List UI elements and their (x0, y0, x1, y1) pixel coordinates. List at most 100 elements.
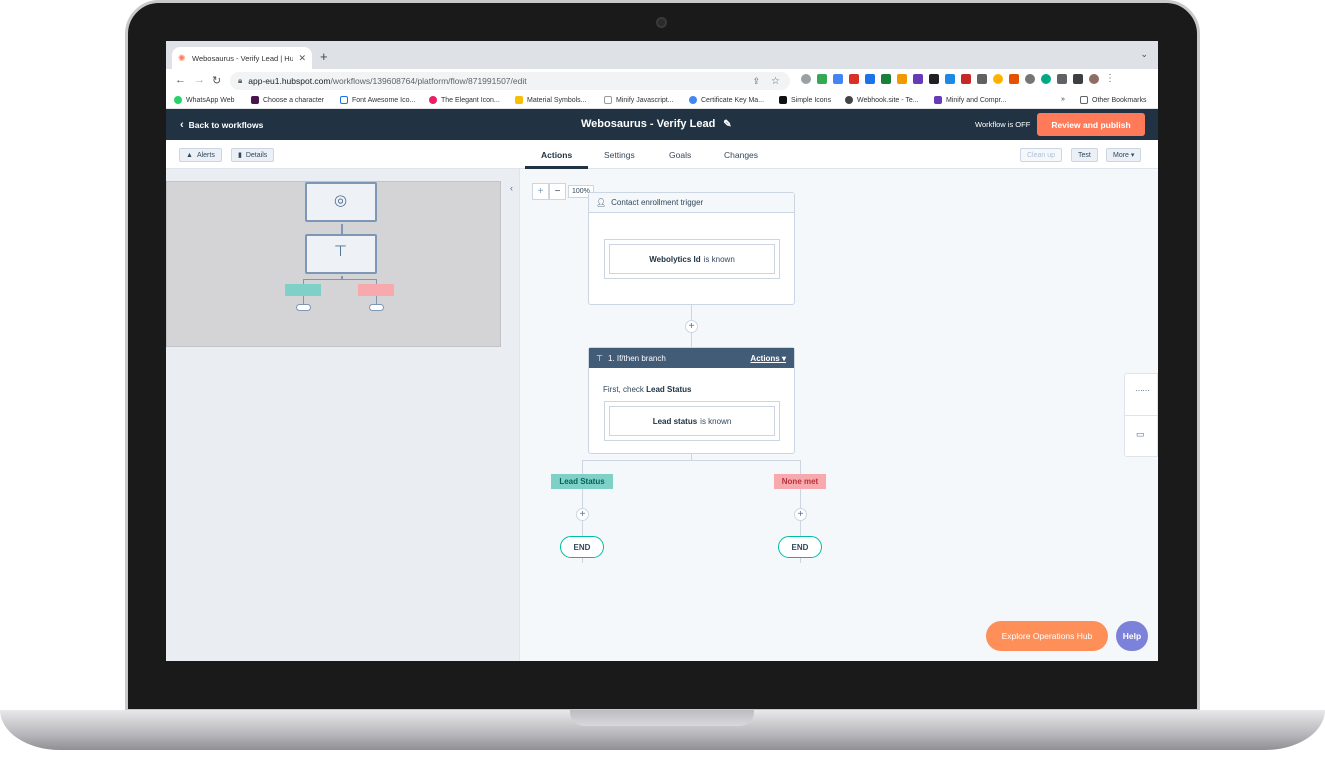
add-action-button[interactable]: + (576, 508, 589, 521)
extension-icon[interactable] (977, 74, 987, 84)
bookmark-item[interactable]: The Elegant Icon... (429, 96, 500, 104)
zoom-in-button[interactable]: + (532, 183, 549, 200)
comment-icon[interactable]: ▭ (1136, 429, 1145, 440)
warning-icon: ▲ (186, 151, 193, 159)
extension-icon[interactable] (833, 74, 843, 84)
forward-arrow-icon[interactable]: → (194, 74, 205, 86)
clean-up-button[interactable]: Clean up (1020, 148, 1063, 162)
branch-icon: ⊤ (334, 243, 348, 260)
browser-tab[interactable]: ✺ Webosaurus - Verify Lead | Hu... ✕ (172, 47, 312, 69)
tab-actions[interactable]: Actions (541, 150, 572, 160)
url-host: app-eu1.hubspot.com (248, 76, 331, 86)
url-path: /workflows/139608764/platform/flow/87199… (330, 76, 527, 86)
enrollment-trigger-card[interactable]: 👤︎ Contact enrollment trigger Webolytics… (588, 192, 795, 305)
minimap-pane: ◎ ⊤ ‹ (166, 169, 520, 661)
back-to-workflows-link[interactable]: ‹ Back to workflows (180, 119, 263, 131)
review-and-publish-button[interactable]: Review and publish (1037, 113, 1145, 136)
add-action-button[interactable]: + (685, 320, 698, 333)
lock-icon: 🔒︎ (238, 76, 243, 85)
zoom-out-button[interactable]: − (549, 183, 566, 200)
bookmark-item[interactable]: Minify and Compr... (934, 96, 1006, 104)
reload-icon[interactable]: ↻ (212, 74, 221, 87)
bookmark-item[interactable]: Webhook.site - Te... (845, 96, 919, 104)
laptop-notch (570, 710, 754, 726)
other-bookmarks[interactable]: Other Bookmarks (1080, 96, 1146, 104)
browser-toolbar: ← → ↻ 🔒︎ app-eu1.hubspot.com/workflows/1… (166, 69, 1158, 93)
branch-tag-lead-status[interactable]: Lead Status (551, 474, 613, 489)
workflow-canvas[interactable]: + − 100% 👤︎ Contact enrollment trigger W… (520, 169, 1158, 661)
branch-check-text: First, check Lead Status (603, 385, 692, 394)
bookmarks-bar: WhatsApp Web Choose a character Font Awe… (166, 93, 1158, 109)
extension-icon[interactable] (993, 74, 1003, 84)
avatar[interactable] (1089, 74, 1099, 84)
tab-changes[interactable]: Changes (724, 150, 758, 160)
bookmark-item[interactable]: Simple Icons (779, 96, 831, 104)
bookmarks-overflow-button[interactable]: » (1061, 96, 1065, 103)
back-arrow-icon[interactable]: ← (175, 74, 186, 86)
more-dropdown[interactable]: More ▾ (1106, 148, 1142, 162)
extension-icon[interactable] (913, 74, 923, 84)
extension-icon[interactable] (849, 74, 859, 84)
sidebar-icon[interactable] (1073, 74, 1083, 84)
bookmark-item[interactable]: Minify Javascript... (604, 96, 674, 104)
bookmark-item[interactable]: Material Symbols... (515, 96, 587, 104)
zoom-controls: + − 100% (532, 183, 594, 200)
extension-icon[interactable] (1041, 74, 1051, 84)
minimap-connector (303, 279, 377, 280)
close-tab-icon[interactable]: ✕ (298, 53, 306, 64)
share-icon[interactable]: ⇪ (752, 76, 760, 87)
branch-actions-dropdown[interactable]: Actions ▾ (750, 354, 786, 363)
extension-icon[interactable] (881, 74, 891, 84)
extension-icon[interactable] (897, 74, 907, 84)
add-action-button[interactable]: + (794, 508, 807, 521)
collapse-panel-chevron-icon[interactable]: ‹ (510, 183, 513, 193)
extension-icon[interactable] (1009, 74, 1019, 84)
new-tab-button[interactable]: + (320, 49, 328, 64)
extension-icon[interactable] (1025, 74, 1035, 84)
branch-icon: ⊤ (596, 353, 603, 363)
minimap[interactable]: ◎ ⊤ (166, 181, 501, 347)
minimap-end-node (369, 304, 384, 311)
address-bar[interactable]: 🔒︎ app-eu1.hubspot.com/workflows/1396087… (230, 72, 790, 90)
extension-icon[interactable] (945, 74, 955, 84)
grid-dots-icon[interactable]: ⋯⋯ (1135, 386, 1150, 395)
pencil-icon[interactable]: ✎ (723, 119, 731, 130)
bookmark-item[interactable]: Font Awesome Ico... (340, 96, 415, 104)
trigger-condition[interactable]: Webolytics Id is known (609, 244, 775, 274)
workflow-name[interactable]: Webosaurus - Verify Lead ✎ (581, 118, 732, 130)
bookmark-star-icon[interactable]: ☆ (771, 76, 780, 87)
extension-icon[interactable] (801, 74, 811, 84)
bookmark-item[interactable]: Certificate Key Ma... (689, 96, 764, 104)
details-button[interactable]: ▮ Details (231, 148, 275, 162)
kebab-menu-icon[interactable]: ⋮ (1105, 74, 1115, 84)
divider (1125, 415, 1158, 416)
alerts-button[interactable]: ▲ Alerts (179, 148, 222, 162)
chevron-left-icon: ‹ (180, 119, 184, 131)
if-then-branch-card[interactable]: ⊤ 1. If/then branch Actions ▾ First, che… (588, 347, 795, 454)
minimap-trigger-node: ◎ (305, 182, 377, 222)
puzzle-extensions-icon[interactable] (1057, 74, 1067, 84)
test-button[interactable]: Test (1071, 148, 1098, 162)
browser-tab-bar: ✺ Webosaurus - Verify Lead | Hu... ✕ + ⌄ (166, 41, 1158, 69)
extension-icon[interactable] (865, 74, 875, 84)
bookmark-item[interactable]: WhatsApp Web (174, 96, 235, 104)
extension-icon[interactable] (961, 74, 971, 84)
minimap-branch-tag-red (358, 284, 394, 296)
connector-line (582, 460, 583, 474)
hubspot-favicon-icon: ✺ (178, 52, 186, 63)
branch-tag-none-met[interactable]: None met (774, 474, 826, 489)
branch-condition[interactable]: Lead status is known (609, 406, 775, 436)
minimap-connector (376, 296, 377, 304)
extension-icon[interactable] (929, 74, 939, 84)
explore-operations-hub-button[interactable]: Explore Operations Hub (986, 621, 1108, 651)
tab-goals[interactable]: Goals (669, 150, 691, 160)
workflow-header: ‹ Back to workflows Webosaurus - Verify … (166, 109, 1158, 140)
end-node: END (778, 536, 822, 558)
bookmark-item[interactable]: Choose a character (251, 96, 324, 104)
minimap-branch-node: ⊤ (305, 234, 377, 274)
help-button[interactable]: Help (1116, 621, 1148, 651)
extension-icon[interactable] (817, 74, 827, 84)
extension-icons: ⋮ (801, 74, 1115, 84)
tab-search-chevron-icon[interactable]: ⌄ (1140, 49, 1148, 60)
tab-settings[interactable]: Settings (604, 150, 635, 160)
